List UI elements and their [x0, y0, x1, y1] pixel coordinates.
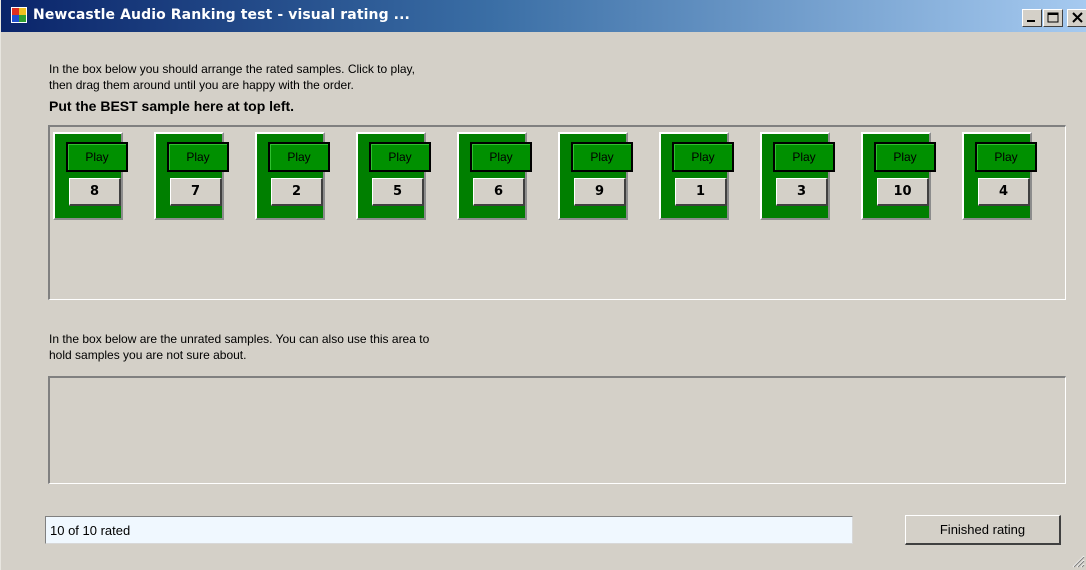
maximize-button[interactable]: [1043, 9, 1063, 27]
rank-value: 6: [473, 178, 525, 206]
sample-tile[interactable]: Play 1: [659, 132, 734, 220]
rated-samples-panel[interactable]: Play 8 Play 7 Play 2 Play 5 Play 6 Play …: [48, 125, 1066, 300]
sample-tile[interactable]: Play 7: [154, 132, 229, 220]
rank-value: 3: [776, 178, 828, 206]
resize-grip-icon[interactable]: [1071, 554, 1085, 568]
close-button[interactable]: [1067, 9, 1086, 27]
rank-value: 5: [372, 178, 424, 206]
minimize-button[interactable]: [1022, 9, 1042, 27]
close-icon: [1072, 12, 1083, 23]
sample-tile[interactable]: Play 5: [356, 132, 431, 220]
rank-value: 7: [170, 178, 222, 206]
unrated-instruction-line-1: In the box below are the unrated samples…: [49, 332, 430, 346]
sample-tile[interactable]: Play 4: [962, 132, 1037, 220]
rank-value: 4: [978, 178, 1030, 206]
sample-tile[interactable]: Play 6: [457, 132, 532, 220]
instruction-line-2: then drag them around until you are happ…: [49, 78, 354, 92]
finished-rating-button[interactable]: Finished rating: [905, 515, 1061, 545]
minimize-icon: [1027, 20, 1035, 22]
rank-value: 8: [69, 178, 121, 206]
best-sample-label: Put the BEST sample here at top left.: [49, 98, 295, 114]
play-button[interactable]: Play: [470, 142, 532, 172]
sample-tile[interactable]: Play 9: [558, 132, 633, 220]
sample-tile[interactable]: Play 3: [760, 132, 835, 220]
unrated-instruction-line-2: hold samples you are not sure about.: [49, 348, 247, 362]
app-icon: [11, 7, 27, 23]
unrated-samples-panel[interactable]: [48, 376, 1066, 484]
title-bar[interactable]: Newcastle Audio Ranking test - visual ra…: [1, 0, 1086, 32]
instruction-line-1: In the box below you should arrange the …: [49, 62, 415, 76]
window-title: Newcastle Audio Ranking test - visual ra…: [33, 7, 410, 23]
rank-value: 10: [877, 178, 929, 206]
app-window: Newcastle Audio Ranking test - visual ra…: [0, 0, 1086, 570]
play-button[interactable]: Play: [167, 142, 229, 172]
play-button[interactable]: Play: [571, 142, 633, 172]
play-button[interactable]: Play: [874, 142, 936, 172]
sample-tile[interactable]: Play 8: [53, 132, 128, 220]
sample-tile[interactable]: Play 10: [861, 132, 936, 220]
maximize-icon: [1047, 12, 1059, 23]
rank-value: 9: [574, 178, 626, 206]
play-button[interactable]: Play: [672, 142, 734, 172]
play-button[interactable]: Play: [773, 142, 835, 172]
play-button[interactable]: Play: [369, 142, 431, 172]
rank-value: 2: [271, 178, 323, 206]
sample-tile[interactable]: Play 2: [255, 132, 330, 220]
play-button[interactable]: Play: [268, 142, 330, 172]
rating-progress-field: 10 of 10 rated: [45, 516, 853, 544]
play-button[interactable]: Play: [66, 142, 128, 172]
rank-value: 1: [675, 178, 727, 206]
play-button[interactable]: Play: [975, 142, 1037, 172]
